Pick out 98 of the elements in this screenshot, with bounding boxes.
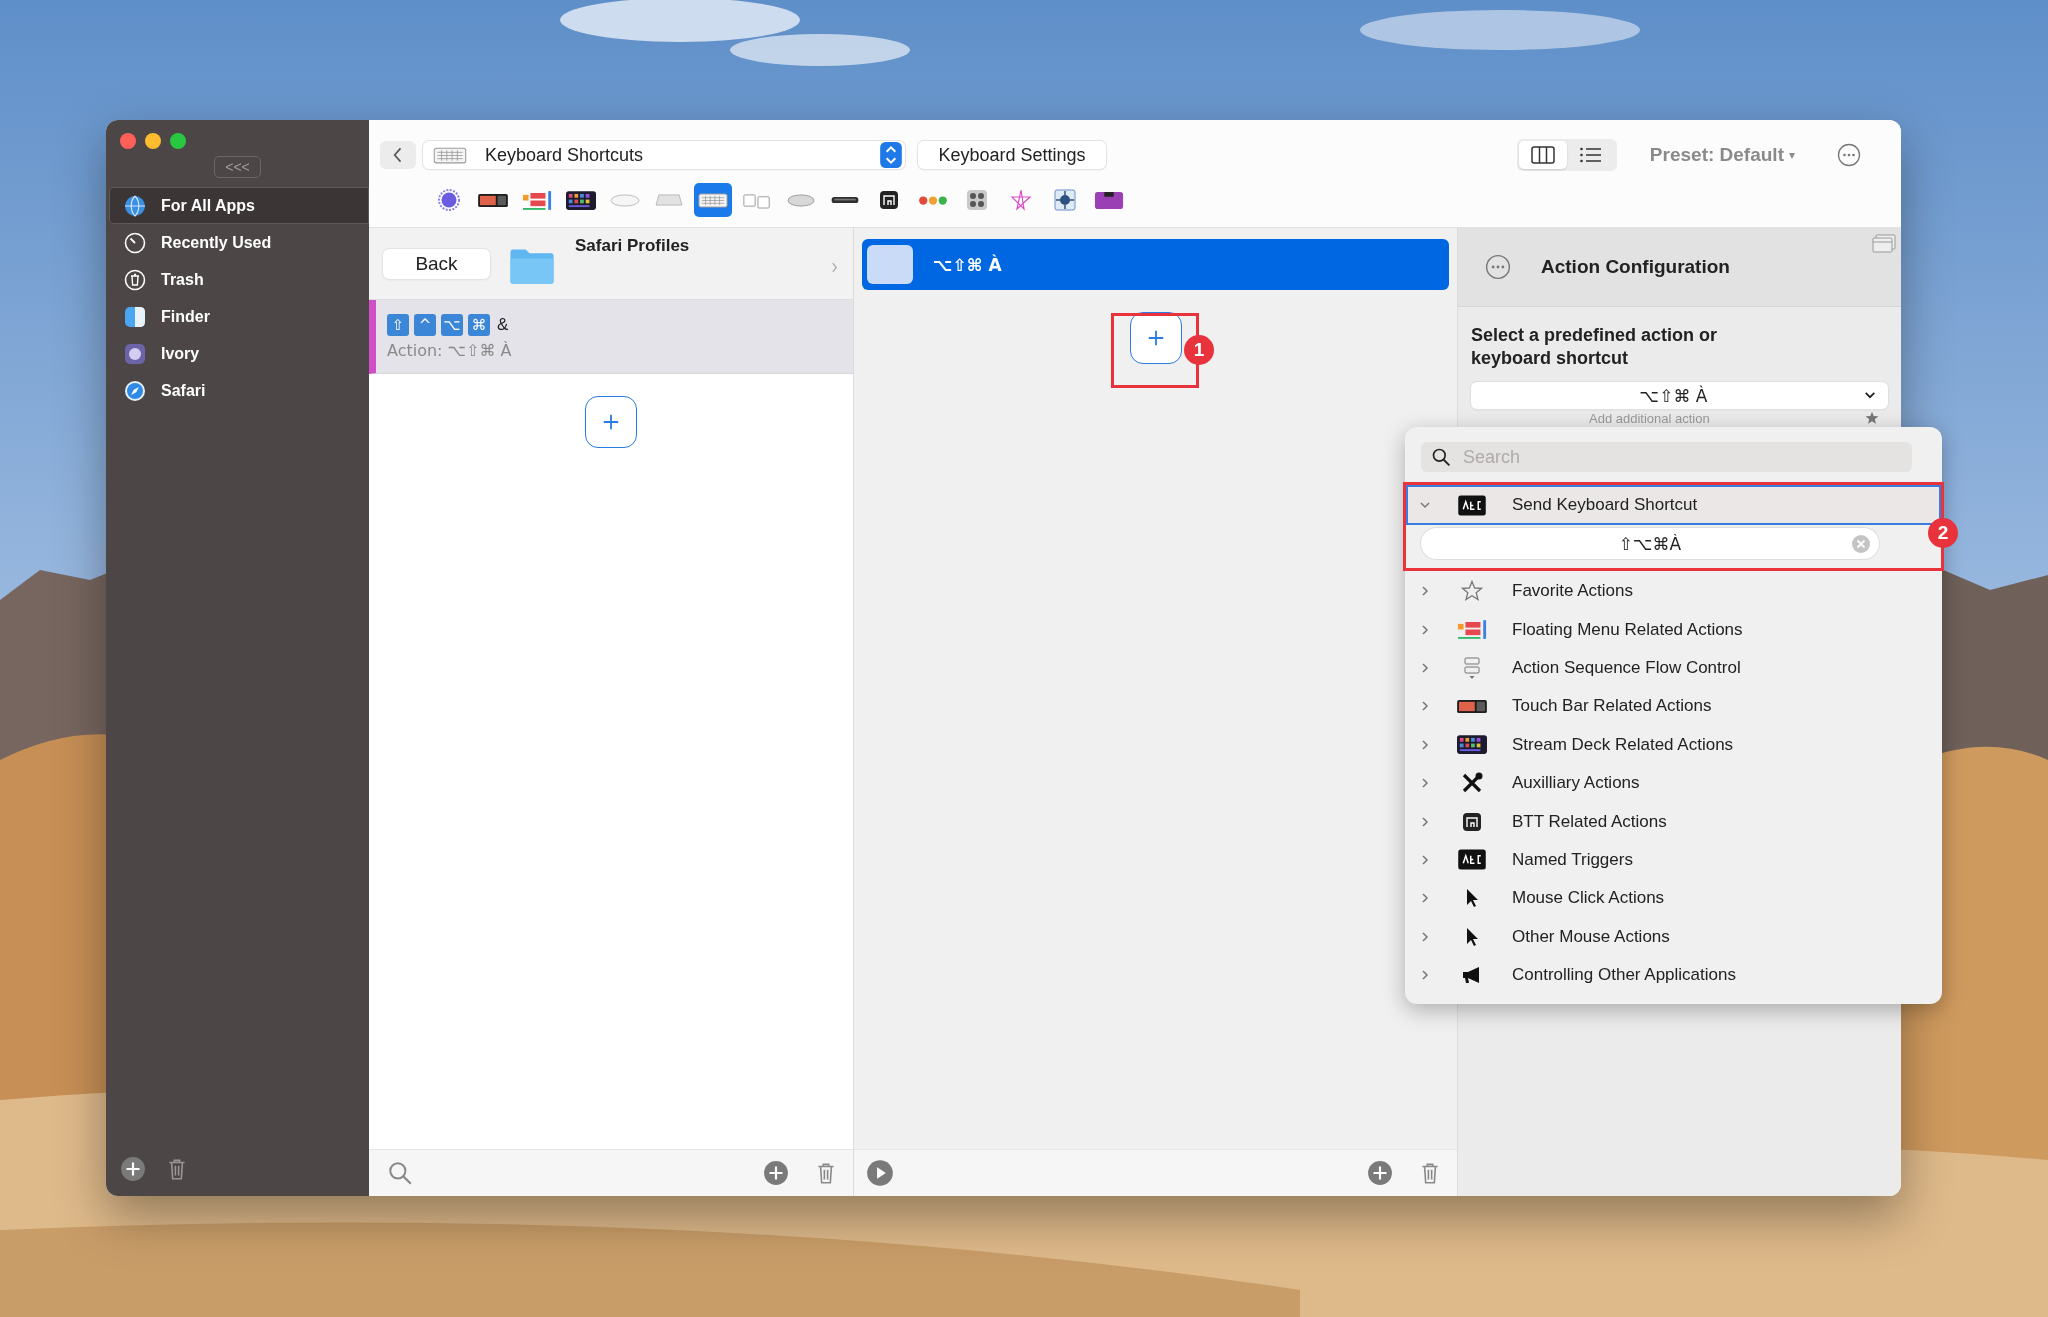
mouse-icon	[786, 193, 816, 207]
keypad-icon	[965, 188, 989, 212]
dots-icon	[918, 194, 948, 206]
action-row[interactable]: ⌥⇧⌘ À	[862, 239, 1449, 290]
menu-item[interactable]: Mouse Click Actions	[1406, 879, 1941, 918]
menu-item[interactable]: Other Mouse Actions	[1406, 917, 1941, 956]
button-grid-icon	[1457, 733, 1487, 757]
minimize-button[interactable]	[145, 133, 161, 149]
more-icon[interactable]	[1485, 254, 1511, 280]
settings-button[interactable]: Keyboard Settings	[918, 141, 1106, 169]
plus-icon	[602, 413, 620, 431]
chevron-right-icon[interactable]	[1419, 700, 1431, 713]
add-button[interactable]	[1129, 312, 1182, 364]
trash-icon	[123, 267, 147, 292]
timer-icon	[123, 230, 147, 255]
globe-icon	[123, 193, 147, 218]
star-icon	[1460, 579, 1484, 604]
column-view-tab[interactable]	[1518, 141, 1567, 169]
key-cap: ⌥	[441, 313, 463, 336]
menu-item[interactable]: Named Triggers	[1406, 840, 1941, 880]
menu-item[interactable]: Touch Bar Related Actions	[1406, 687, 1941, 726]
key-cap: ⌘	[468, 313, 490, 336]
add-button[interactable]	[585, 396, 637, 448]
search-icon[interactable]	[387, 1160, 413, 1186]
back-button[interactable]	[380, 141, 416, 169]
trigger-dropdown[interactable]: Keyboard Shortcuts	[423, 141, 905, 169]
add-icon[interactable]	[1367, 1160, 1393, 1186]
action-thumbnail	[867, 245, 913, 284]
app-icon	[123, 341, 147, 366]
menu-item[interactable]: Stream Deck Related Actions	[1406, 725, 1941, 764]
keyboard-icon	[698, 190, 728, 210]
close-button[interactable]	[120, 133, 136, 149]
split-square-icon	[123, 304, 147, 329]
compass-icon	[123, 378, 147, 403]
sidebar-item[interactable]: For All Apps	[109, 187, 369, 224]
sidebar-item[interactable]: Ivory	[109, 335, 369, 372]
chevron-right-icon[interactable]	[1419, 892, 1431, 905]
stepper-icon	[880, 142, 902, 168]
key-label: &	[497, 314, 509, 335]
key-cap: ^	[414, 313, 436, 336]
star-icon[interactable]	[1864, 410, 1880, 426]
tag-icon	[1457, 493, 1487, 517]
add-icon[interactable]	[763, 1160, 789, 1186]
tag-icon	[1457, 848, 1487, 872]
sidebar-item[interactable]: Safari	[109, 372, 369, 409]
add-icon[interactable]	[120, 1156, 146, 1182]
touch-bar-icon	[1457, 699, 1487, 713]
chevron-left-icon	[393, 146, 403, 164]
screen-icon	[877, 188, 901, 212]
action-dropdown[interactable]: ⌥⇧⌘ À	[1471, 382, 1888, 409]
touch-bar-icon	[478, 193, 508, 207]
chip-icon	[1053, 188, 1077, 212]
chevron-right-icon[interactable]	[1419, 738, 1431, 751]
prompt-text: Select a predefined action or keyboard shortcut	[1471, 324, 1719, 370]
sidebar-item[interactable]: Trash	[109, 261, 369, 298]
shortcut-field[interactable]: ⇧⌥⌘À	[1421, 528, 1879, 559]
chevron-right-icon[interactable]	[1419, 661, 1431, 674]
chevron-right-icon[interactable]	[1419, 585, 1431, 598]
action-summary: Action: ⌥⇧⌘ À	[387, 340, 513, 360]
remote-icon	[830, 196, 860, 204]
key-cap: ⇧	[387, 313, 409, 336]
columns-icon	[1530, 146, 1555, 164]
menu-item[interactable]: Floating Menu Related Actions	[1406, 610, 1941, 649]
floating-menu-icon	[522, 188, 552, 212]
back-button[interactable]: Back	[383, 248, 490, 279]
folder-title: Safari Profiles	[575, 236, 690, 256]
ring-icon	[437, 188, 461, 212]
menu-item[interactable]: Controlling Other Applications	[1406, 955, 1941, 995]
chevron-right-icon[interactable]	[1419, 623, 1431, 636]
mouse-icon	[610, 193, 640, 207]
menu-item[interactable]: Send Keyboard Shortcut	[1406, 485, 1941, 525]
panel-title: Action Configuration	[1541, 256, 1730, 278]
menu-item[interactable]: Auxilliary Actions	[1406, 763, 1941, 803]
sidebar-item[interactable]: Recently Used	[109, 224, 369, 261]
search-icon	[1431, 447, 1451, 467]
plus-icon	[1146, 329, 1165, 347]
menu-item[interactable]: BTT Related Actions	[1406, 802, 1941, 841]
chevron-right-icon[interactable]	[831, 262, 838, 273]
chevron-right-icon[interactable]	[1419, 853, 1431, 866]
play-icon[interactable]	[866, 1159, 894, 1187]
trigger-row[interactable]: ⇧ ^ ⌥ ⌘ & Action: ⌥⇧⌘ À	[369, 300, 853, 374]
chevron-down-icon[interactable]	[1419, 499, 1431, 511]
menu-item[interactable]: Favorite Actions	[1406, 572, 1941, 611]
search-field[interactable]: Search	[1421, 442, 1912, 472]
more-icon[interactable]	[1837, 143, 1861, 167]
chevron-right-icon[interactable]	[1419, 777, 1431, 790]
list-icon	[1578, 146, 1603, 164]
chevron-right-icon[interactable]	[1419, 969, 1431, 982]
chevron-down-icon	[1864, 391, 1876, 400]
floating-menu-icon	[1457, 618, 1487, 642]
button-grid-icon	[566, 188, 596, 212]
trackpad-icon	[654, 194, 684, 206]
chevron-right-icon[interactable]	[1419, 815, 1431, 828]
menu-item[interactable]: Action Sequence Flow Control	[1406, 648, 1941, 688]
zoom-button[interactable]	[170, 133, 186, 149]
sidebar-item[interactable]: Finder	[109, 298, 369, 335]
chevron-right-icon[interactable]	[1419, 930, 1431, 943]
star-icon	[1009, 188, 1033, 212]
